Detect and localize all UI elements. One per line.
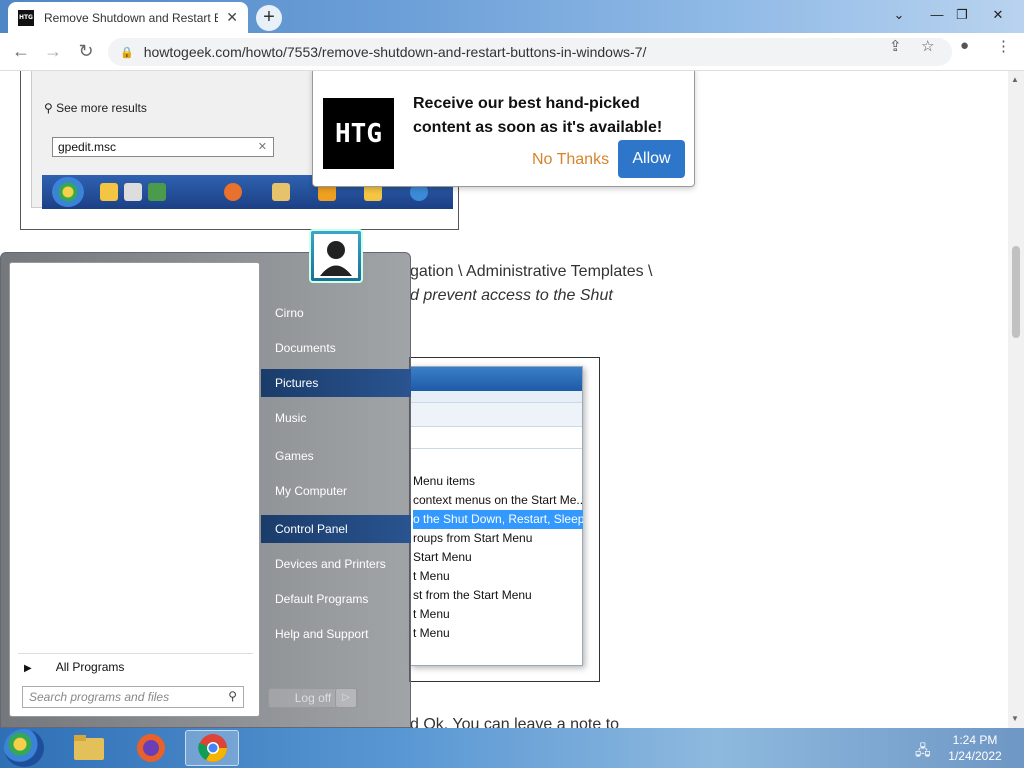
- chrome-taskbar-button[interactable]: [185, 730, 239, 766]
- browser-tab[interactable]: HTG Remove Shutdown and Restart B ✕: [8, 2, 248, 33]
- policy-item: st from the Start Menu: [413, 588, 532, 602]
- arrow-right-icon: ▶: [24, 663, 32, 674]
- system-clock[interactable]: 1:24 PM 1/24/2022: [935, 732, 1015, 764]
- gpedit-search-box: gpedit.msc ✕: [52, 137, 274, 157]
- address-bar-row: ← → ↻ 🔒 howtogeek.com/howto/7553/remove-…: [0, 33, 1024, 71]
- url-field[interactable]: 🔒 howtogeek.com/howto/7553/remove-shutdo…: [108, 38, 952, 66]
- forward-icon[interactable]: →: [41, 41, 65, 62]
- start-menu: ▶ All Programs Search programs and files …: [0, 252, 411, 728]
- lock-icon: 🔒: [120, 46, 134, 59]
- bookmark-star-icon[interactable]: ☆: [921, 37, 934, 55]
- popup-message: Receive our best hand-picked content as …: [413, 95, 663, 136]
- menu-icon[interactable]: ⋮: [996, 37, 1011, 55]
- start-item-games[interactable]: Games: [261, 442, 411, 470]
- start-menu-programs-pane: ▶ All Programs Search programs and files …: [9, 262, 260, 717]
- article-paragraph: d prevent access to the Shut: [410, 287, 613, 304]
- clock-date: 1/24/2022: [948, 749, 1002, 763]
- tab-close-icon[interactable]: ✕: [226, 9, 238, 26]
- close-window-button[interactable]: ✕: [985, 4, 1011, 26]
- windows-taskbar: 🖧 1:24 PM 1/24/2022: [0, 728, 1024, 768]
- chrome-icon: [198, 734, 227, 762]
- see-more-results: ⚲ See more results: [44, 101, 147, 115]
- explorer-taskbar-button[interactable]: [62, 730, 116, 766]
- folder-icon: [74, 735, 104, 760]
- messenger-icon: [100, 183, 118, 201]
- log-off-options-icon[interactable]: ▷: [335, 688, 357, 708]
- htg-favicon-icon: HTG: [18, 9, 34, 26]
- profile-icon[interactable]: ●: [960, 37, 969, 54]
- app-icon: [124, 183, 142, 201]
- start-item-documents[interactable]: Documents: [261, 334, 411, 362]
- scroll-down-icon[interactable]: ▼: [1011, 714, 1019, 723]
- clock-time: 1:24 PM: [952, 733, 998, 747]
- app-icon: [148, 183, 166, 201]
- start-search-input[interactable]: Search programs and files ⚲: [22, 686, 244, 708]
- policy-item: Menu items: [413, 474, 476, 488]
- folder-icon: [272, 183, 290, 201]
- article-paragraph: d Ok. You can leave a note to: [410, 716, 620, 728]
- group-policy-window: Menu items context menus on the Start Me…: [410, 366, 583, 666]
- policy-item-selected: o the Shut Down, Restart, Sleep...: [413, 510, 583, 529]
- policy-item: Start Menu: [413, 550, 472, 564]
- browser-titlebar: HTG Remove Shutdown and Restart B ✕ + ⌄ …: [0, 0, 1024, 33]
- new-tab-button[interactable]: +: [256, 5, 282, 31]
- firefox-icon: [137, 734, 165, 762]
- network-icon[interactable]: 🖧: [915, 740, 931, 764]
- user-silhouette-icon: [314, 234, 358, 278]
- clear-icon: ✕: [257, 141, 267, 153]
- firefox-icon: [224, 183, 242, 201]
- reload-icon[interactable]: ↻: [74, 41, 98, 62]
- window-titlebar: [411, 367, 582, 391]
- start-item-control-panel[interactable]: Control Panel: [261, 515, 411, 543]
- page-scrollbar[interactable]: ▲ ▼: [1008, 71, 1024, 728]
- article-paragraph: gation \ Administrative Templates \: [410, 263, 653, 280]
- start-item-my-computer[interactable]: My Computer: [261, 477, 411, 505]
- htg-logo: HTG: [323, 98, 394, 169]
- tab-search-icon[interactable]: ⌄: [886, 4, 912, 26]
- minimize-button[interactable]: —: [924, 4, 950, 26]
- start-item-devices-printers[interactable]: Devices and Printers: [261, 550, 411, 578]
- allow-button[interactable]: Allow: [618, 140, 685, 178]
- policy-item: t Menu: [413, 607, 450, 621]
- restore-button[interactable]: ❐: [949, 4, 975, 26]
- share-icon[interactable]: ⇪: [889, 37, 902, 55]
- no-thanks-button[interactable]: No Thanks: [532, 151, 609, 169]
- firefox-taskbar-button[interactable]: [124, 730, 178, 766]
- search-icon: ⚲: [228, 689, 237, 703]
- start-item-user[interactable]: Cirno: [261, 299, 411, 327]
- start-item-help-support[interactable]: Help and Support: [261, 620, 411, 648]
- column-header: [411, 427, 582, 449]
- back-icon[interactable]: ←: [9, 41, 33, 62]
- policy-item: context menus on the Start Me...: [413, 493, 583, 507]
- start-item-music[interactable]: Music: [261, 404, 411, 432]
- tab-title: Remove Shutdown and Restart B: [43, 10, 219, 25]
- policy-item: t Menu: [413, 569, 450, 583]
- scroll-thumb[interactable]: [1012, 246, 1020, 338]
- scroll-up-icon[interactable]: ▲: [1011, 75, 1019, 84]
- start-item-pictures[interactable]: Pictures: [261, 369, 411, 397]
- screenshot-group-policy: Menu items context menus on the Start Me…: [409, 357, 600, 682]
- toolbar: [411, 391, 582, 403]
- user-avatar: [309, 229, 363, 283]
- all-programs-item[interactable]: ▶ All Programs: [18, 653, 253, 677]
- start-button[interactable]: [4, 729, 44, 767]
- notification-popup: HTG Receive our best hand-picked content…: [312, 71, 695, 187]
- policy-item: t Menu: [413, 626, 450, 640]
- start-item-default-programs[interactable]: Default Programs: [261, 585, 411, 613]
- url-text: howtogeek.com/howto/7553/remove-shutdown…: [143, 44, 647, 60]
- toolbar: [411, 403, 582, 427]
- start-orb-icon: [52, 177, 84, 207]
- policy-item: roups from Start Menu: [413, 531, 533, 545]
